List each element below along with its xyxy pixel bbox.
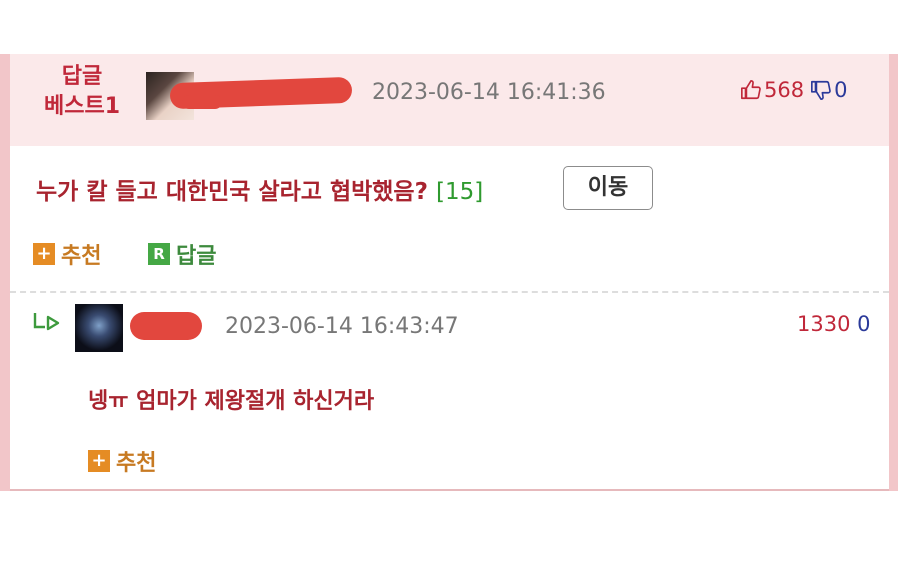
recommend-button[interactable]: + 추천 [33,238,101,270]
reply-downvote-count: 0 [857,312,871,336]
reply-button[interactable]: R 답글 [148,238,216,270]
thumb-down-icon[interactable] [810,79,832,101]
vote-counts: 568 0 [740,78,847,102]
comment-timestamp: 2023-06-14 16:41:36 [372,80,606,105]
reply-label: 답글 [176,244,217,269]
plus-icon: + [33,243,55,265]
comment-title[interactable]: 누가 칼 들고 대한민국 살라고 협박했음? [15] [36,172,483,206]
thumb-up-icon[interactable] [740,79,762,101]
reply-arrow-icon [33,313,60,331]
frame-border-bottom [10,489,889,491]
upvote-count: 568 [764,78,805,102]
redacted-username-mark [182,95,222,109]
recommend-label: 추천 [61,244,102,269]
reply-r-icon: R [148,243,170,265]
reply-text: 넹ㅠ 엄마가 제왕절개 하신거라 [88,389,375,414]
comment-title-text: 누가 칼 들고 대한민국 살라고 협박했음? [36,179,428,205]
frame-border-right [889,54,898,491]
best-reply-badge-line2: 베스트1 [43,94,121,119]
reply-vote-counts: 1330 0 [797,312,871,336]
reply-upvote-count: 1330 [797,312,851,336]
best-reply-badge: 답글 베스트1 [28,62,136,122]
divider [10,291,889,293]
reply-recommend-button[interactable]: + 추천 [88,445,156,477]
best-reply-badge-line1: 답글 [61,64,103,89]
plus-icon: + [88,450,110,472]
move-button[interactable]: 이동 [563,166,653,210]
avatar[interactable] [75,304,123,352]
redacted-username [130,312,202,340]
reply-timestamp: 2023-06-14 16:43:47 [225,314,459,339]
reply-count: [15] [435,179,484,205]
frame-border-left [0,54,10,491]
recommend-label: 추천 [116,451,157,476]
downvote-count: 0 [834,78,848,102]
